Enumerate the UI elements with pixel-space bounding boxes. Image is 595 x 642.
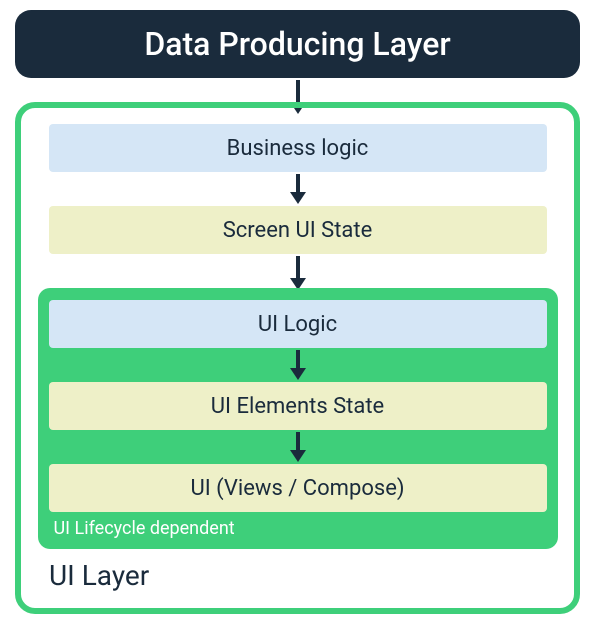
arrow-icon [288, 174, 308, 204]
ui-views-compose-box: UI (Views / Compose) [49, 464, 547, 512]
screen-ui-state-box: Screen UI State [49, 206, 547, 254]
business-logic-box: Business logic [49, 124, 547, 172]
data-producing-layer-box: Data Producing Layer [15, 10, 580, 78]
ui-lifecycle-dependent-label: UI Lifecycle dependent [50, 518, 235, 539]
ui-layer-label: UI Layer [37, 559, 149, 592]
arrow-icon [288, 432, 308, 462]
ui-elements-state-box: UI Elements State [49, 382, 547, 430]
ui-layer-container: Business logic Screen UI State UI Logic [15, 102, 580, 614]
ui-logic-box: UI Logic [49, 300, 547, 348]
arrow-icon [288, 256, 308, 290]
arrow-icon [288, 350, 308, 380]
diagram-container: Data Producing Layer Business logic Scre… [10, 10, 585, 614]
ui-lifecycle-container: UI Logic UI Elements State UI (Views / C… [38, 288, 558, 549]
